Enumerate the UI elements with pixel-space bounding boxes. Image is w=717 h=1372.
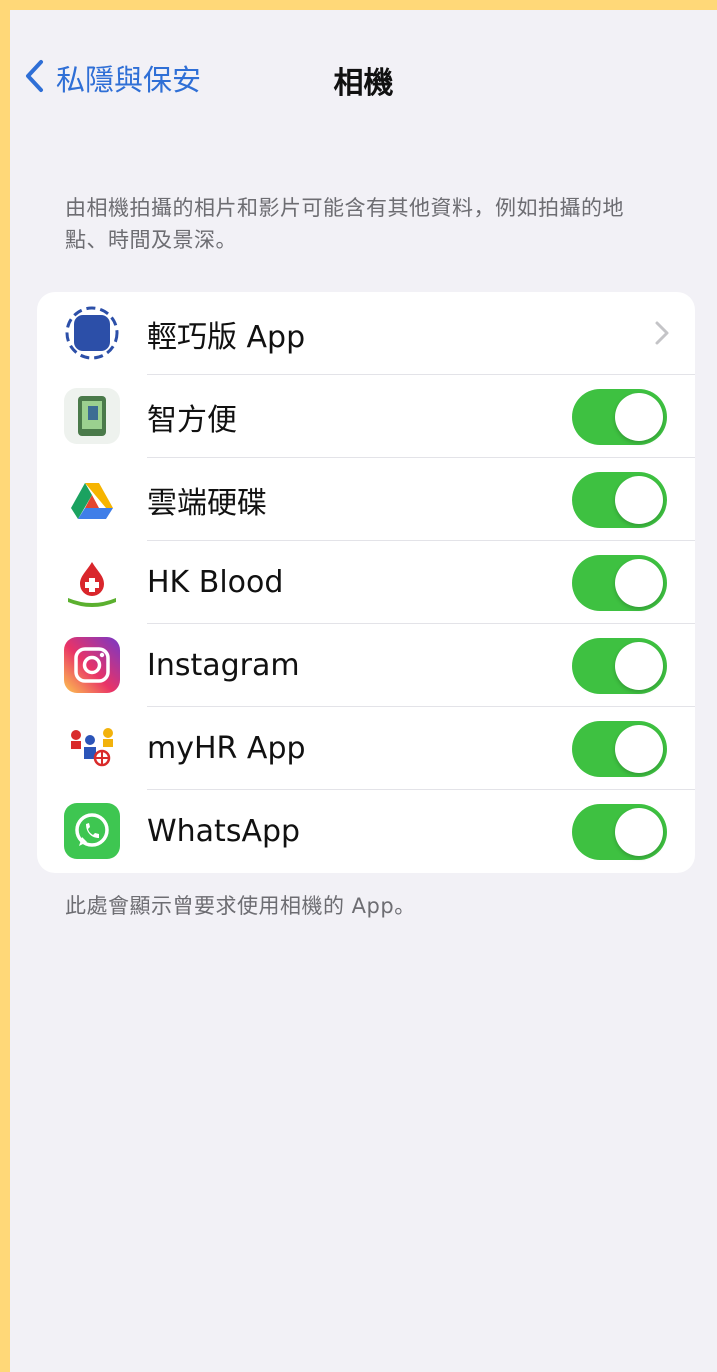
section-footer: 此處會顯示曾要求使用相機的 App。 bbox=[65, 894, 416, 918]
app-name: Instagram bbox=[147, 648, 300, 683]
app-name: 輕巧版 App bbox=[147, 319, 306, 355]
settings-screen: 私隱與保安 相機 由相機拍攝的相片和影片可能含有其他資料，例如拍攝的地點、時間及… bbox=[10, 10, 717, 1372]
chevron-right-icon bbox=[655, 321, 669, 345]
list-item-myhr: myHR App bbox=[37, 707, 695, 790]
list-item-whatsapp: WhatsApp bbox=[37, 790, 695, 873]
list-item-google-drive: 雲端硬碟 bbox=[37, 458, 695, 541]
iamsmart-icon bbox=[64, 388, 120, 444]
camera-access-toggle[interactable] bbox=[572, 638, 667, 694]
page-title: 相機 bbox=[333, 66, 394, 101]
app-name: 雲端硬碟 bbox=[147, 485, 267, 521]
app-name: HK Blood bbox=[147, 565, 284, 600]
list-item-app-clip[interactable]: 輕巧版 App bbox=[37, 292, 695, 375]
camera-access-toggle[interactable] bbox=[572, 555, 667, 611]
hk-blood-icon bbox=[64, 554, 120, 610]
list-item-instagram: Instagram bbox=[37, 624, 695, 707]
camera-access-toggle[interactable] bbox=[572, 389, 667, 445]
list-item-hk-blood: HK Blood bbox=[37, 541, 695, 624]
myhr-icon bbox=[64, 720, 120, 776]
app-clip-icon bbox=[64, 305, 120, 361]
app-name: WhatsApp bbox=[147, 814, 301, 849]
app-name: 智方便 bbox=[147, 402, 237, 438]
google-drive-icon bbox=[64, 471, 120, 527]
app-list: 輕巧版 App 智方便 雲端硬碟 HK Blood Instagram myHR… bbox=[37, 292, 695, 873]
camera-access-toggle[interactable] bbox=[572, 472, 667, 528]
camera-access-toggle[interactable] bbox=[572, 721, 667, 777]
navigation-bar: 私隱與保安 相機 bbox=[10, 10, 717, 130]
app-name: myHR App bbox=[147, 731, 306, 766]
list-item-iamsmart: 智方便 bbox=[37, 375, 695, 458]
camera-access-toggle[interactable] bbox=[572, 804, 667, 860]
instagram-icon bbox=[64, 637, 120, 693]
section-description: 由相機拍攝的相片和影片可能含有其他資料，例如拍攝的地點、時間及景深。 bbox=[65, 196, 624, 252]
whatsapp-icon bbox=[64, 803, 120, 859]
